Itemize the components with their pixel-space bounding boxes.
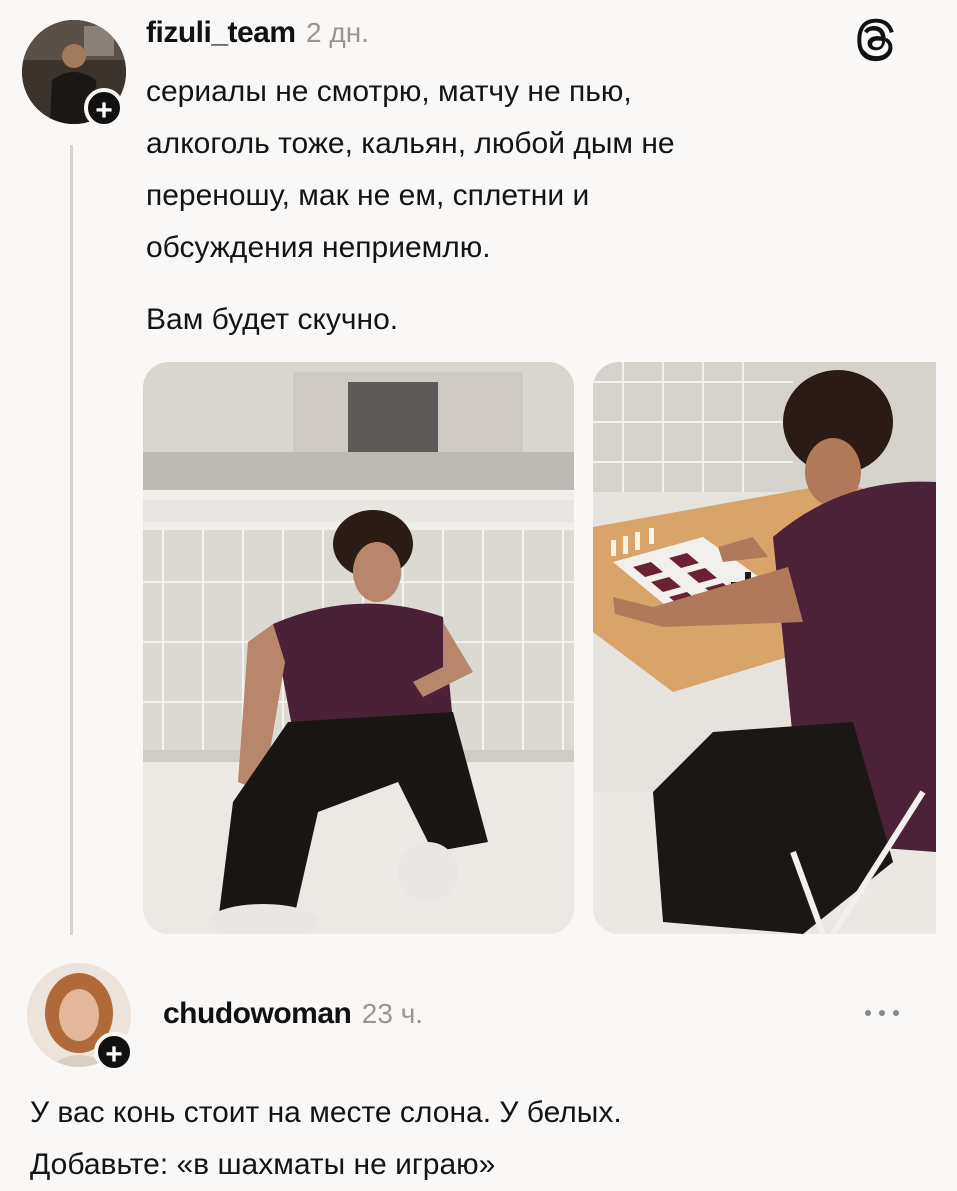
reply-username[interactable]: chudowoman <box>163 997 352 1030</box>
post-header: fizuli_team 2 дн. <box>146 16 369 50</box>
reply-header: chudowoman 23 ч. <box>163 997 423 1031</box>
reply-timestamp: 23 ч. <box>361 998 424 1029</box>
threads-logo-icon[interactable] <box>856 18 900 62</box>
man-playing-chess-photo <box>593 362 936 934</box>
post-photo-1[interactable] <box>143 362 574 934</box>
author-username[interactable]: fizuli_team <box>146 16 296 49</box>
follow-plus-button[interactable]: + <box>84 88 124 128</box>
post-photo-2[interactable] <box>593 362 936 934</box>
more-options-icon[interactable] <box>860 1006 904 1020</box>
post-text-extra: Вам будет скучно. <box>146 303 399 336</box>
reply-text: У вас конь стоит на месте слона. У белых… <box>30 1096 622 1181</box>
post-timestamp: 2 дн. <box>306 17 369 48</box>
post-text: сериалы не смотрю, матчу не пью, алкогол… <box>146 75 675 264</box>
follow-plus-button[interactable]: + <box>94 1032 134 1072</box>
man-sitting-on-floor-photo <box>143 362 574 934</box>
thread-line <box>70 145 73 935</box>
